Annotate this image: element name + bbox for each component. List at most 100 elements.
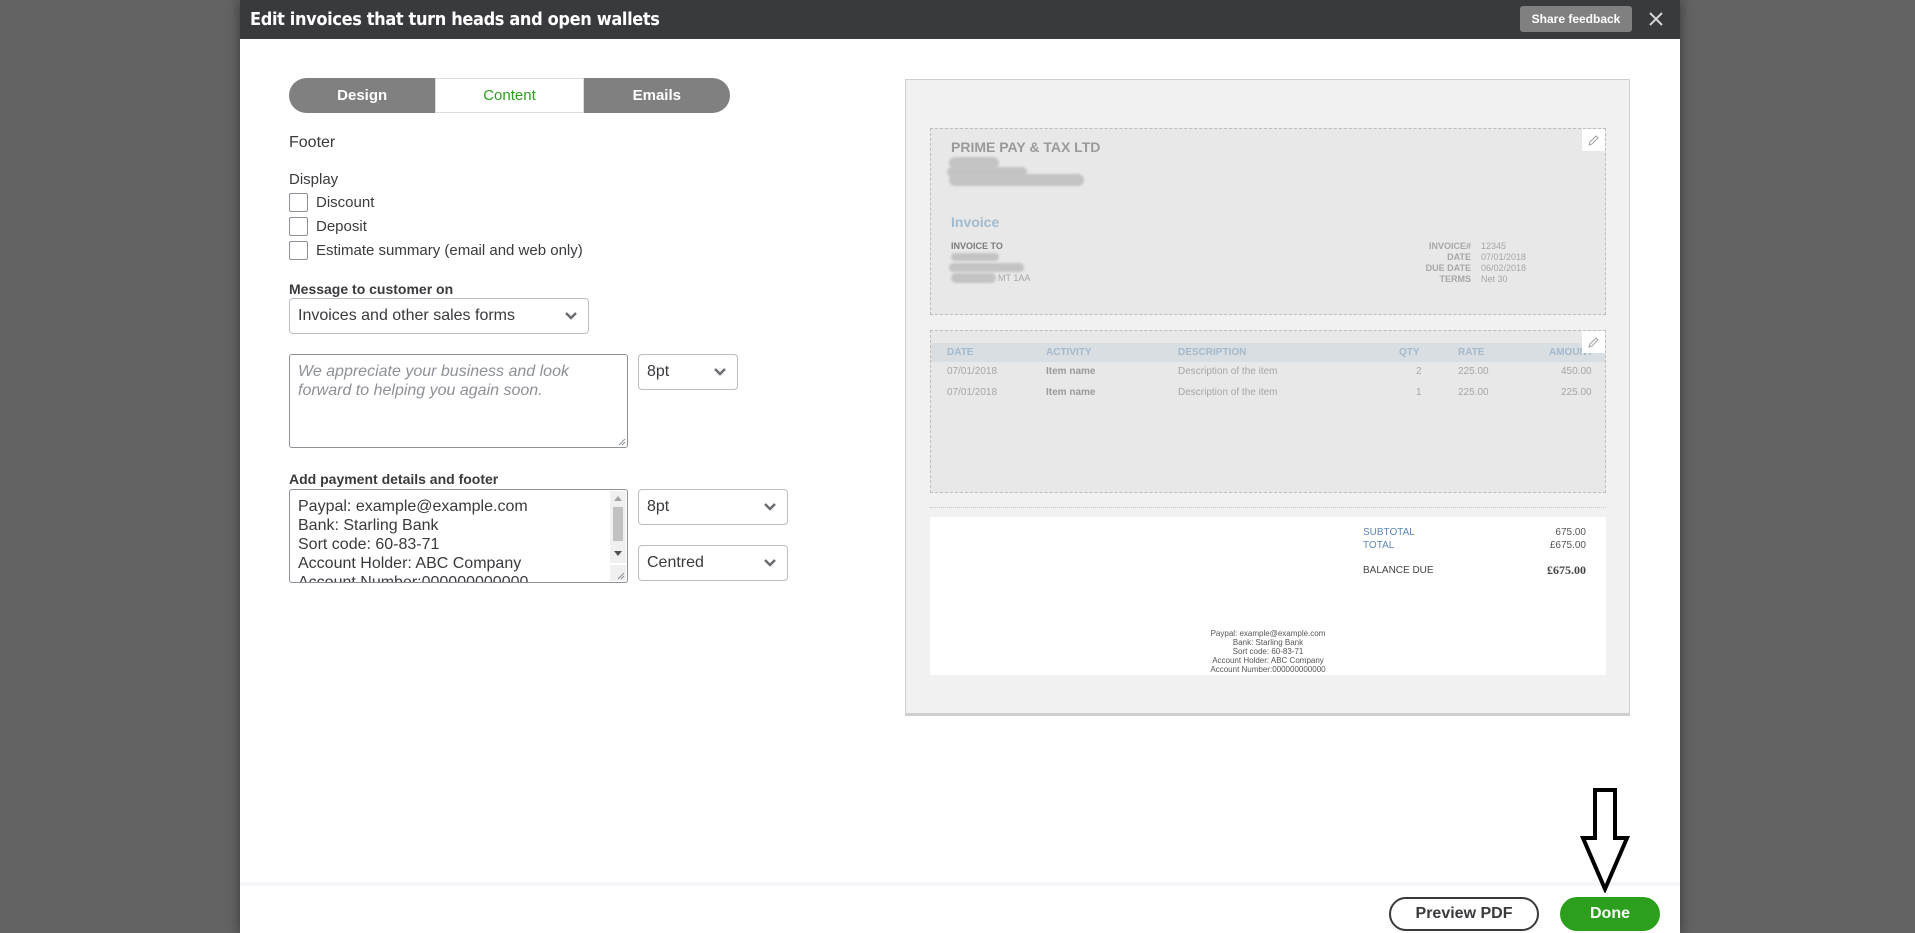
col-description: DESCRIPTION bbox=[1178, 347, 1247, 358]
row-date: 07/01/2018 bbox=[947, 366, 998, 377]
meta-value: 07/01/2018 bbox=[1481, 252, 1527, 262]
meta-label: DUE DATE bbox=[1425, 263, 1471, 273]
section-title: Footer bbox=[289, 134, 336, 151]
meta-value: 12345 bbox=[1481, 241, 1507, 251]
footer-divider bbox=[240, 882, 1680, 886]
row-qty: 2 bbox=[1416, 366, 1422, 377]
row-description: Description of the item bbox=[1178, 366, 1278, 377]
edit-invoice-modal: Edit invoices that turn heads and open w… bbox=[240, 0, 1680, 933]
preview-pdf-button[interactable]: Preview PDF bbox=[1389, 897, 1539, 931]
message-on-value: Invoices and other sales forms bbox=[298, 307, 515, 324]
meta-value: 06/02/2018 bbox=[1481, 263, 1527, 273]
company-name: PRIME PAY & TAX LTD bbox=[951, 139, 1101, 155]
preview-divider bbox=[930, 507, 1606, 508]
payment-line: Account Number:000000000000 bbox=[298, 574, 529, 583]
row-qty: 1 bbox=[1416, 387, 1422, 398]
meta-value: Net 30 bbox=[1481, 274, 1508, 284]
chevron-down-icon bbox=[764, 559, 776, 567]
message-placeholder-line1: We appreciate your business and look bbox=[298, 363, 569, 380]
meta-label: DATE bbox=[1447, 252, 1471, 262]
col-rate: RATE bbox=[1458, 347, 1485, 358]
doc-title: Invoice bbox=[951, 214, 1000, 230]
subtotal-label: SUBTOTAL bbox=[1363, 527, 1415, 538]
discount-label: Discount bbox=[316, 194, 375, 211]
scroll-up-icon[interactable] bbox=[614, 496, 622, 501]
col-date: DATE bbox=[947, 347, 974, 358]
redacted-customer bbox=[951, 273, 996, 283]
message-textarea[interactable]: We appreciate your business and look for… bbox=[289, 354, 628, 448]
balance-due-value: £675.00 bbox=[1547, 563, 1586, 577]
row-amount: 225.00 bbox=[1561, 387, 1592, 398]
redacted-address bbox=[949, 174, 1084, 186]
chevron-down-icon bbox=[714, 368, 726, 376]
resize-handle-icon[interactable] bbox=[610, 565, 626, 581]
invoice-meta: INVOICE# 12345 DATE 07/01/2018 DUE DATE … bbox=[1401, 241, 1551, 285]
invoice-to-label: INVOICE TO bbox=[951, 241, 1003, 251]
footer-line: Paypal: example@example.com bbox=[1210, 629, 1326, 638]
meta-row: DATE 07/01/2018 bbox=[1401, 252, 1551, 263]
payment-details-label: Add payment details and footer bbox=[289, 471, 499, 487]
payment-alignment-select[interactable]: Centred bbox=[638, 545, 788, 581]
payment-font-size-value: 8pt bbox=[647, 498, 670, 515]
preview-table-block[interactable]: DATE ACTIVITY DESCRIPTION QTY RATE AMOUN… bbox=[930, 330, 1606, 493]
deposit-label: Deposit bbox=[316, 218, 367, 235]
redacted-customer bbox=[949, 263, 1024, 272]
meta-row: TERMS Net 30 bbox=[1401, 274, 1551, 285]
chevron-down-icon bbox=[764, 503, 776, 511]
pencil-icon[interactable] bbox=[1582, 129, 1605, 151]
tab-design[interactable]: Design bbox=[289, 78, 436, 113]
done-button[interactable]: Done bbox=[1560, 897, 1660, 931]
table-header: DATE ACTIVITY DESCRIPTION QTY RATE AMOUN… bbox=[931, 343, 1605, 362]
payment-font-size-select[interactable]: 8pt bbox=[638, 489, 788, 525]
meta-row: INVOICE# 12345 bbox=[1401, 241, 1551, 252]
preview-header-block[interactable]: PRIME PAY & TAX LTD Invoice INVOICE TO M… bbox=[930, 128, 1606, 315]
textarea-scrollbar[interactable] bbox=[610, 491, 626, 563]
footer-line: Account Number:000000000000 bbox=[1210, 665, 1326, 674]
total-value: £675.00 bbox=[1549, 540, 1586, 551]
invoice-preview: PRIME PAY & TAX LTD Invoice INVOICE TO M… bbox=[905, 79, 1630, 716]
message-on-select[interactable]: Invoices and other sales forms bbox=[289, 298, 589, 334]
footer-line: Sort code: 60-83-71 bbox=[1232, 647, 1304, 656]
tab-content[interactable]: Content bbox=[435, 78, 584, 113]
meta-label: INVOICE# bbox=[1428, 241, 1471, 251]
deposit-checkbox[interactable] bbox=[289, 217, 308, 236]
redacted-customer bbox=[951, 253, 999, 261]
row-date: 07/01/2018 bbox=[947, 387, 998, 398]
pencil-icon[interactable] bbox=[1582, 331, 1605, 353]
row-activity: Item name bbox=[1046, 387, 1096, 398]
row-rate: 225.00 bbox=[1458, 366, 1489, 377]
estimate-summary-checkbox[interactable] bbox=[289, 241, 308, 260]
scroll-down-icon[interactable] bbox=[614, 551, 622, 556]
payment-line: Sort code: 60-83-71 bbox=[298, 536, 440, 553]
payment-line: Paypal: example@example.com bbox=[298, 498, 528, 515]
footer-line: Account Holder: ABC Company bbox=[1212, 656, 1324, 665]
checkbox-row-deposit[interactable]: Deposit bbox=[289, 217, 367, 236]
discount-checkbox[interactable] bbox=[289, 193, 308, 212]
payment-details-textarea[interactable]: Paypal: example@example.com Bank: Starli… bbox=[289, 489, 628, 583]
tab-emails[interactable]: Emails bbox=[583, 78, 730, 113]
row-rate: 225.00 bbox=[1458, 387, 1489, 398]
modal-titlebar: Edit invoices that turn heads and open w… bbox=[240, 0, 1680, 39]
close-icon[interactable] bbox=[1645, 8, 1667, 30]
payment-line: Account Holder: ABC Company bbox=[298, 555, 522, 572]
footer-line: Bank: Starling Bank bbox=[1232, 638, 1304, 647]
preview-totals-block[interactable]: SUBTOTAL 675.00 TOTAL £675.00 BALANCE DU… bbox=[930, 517, 1606, 675]
row-amount: 450.00 bbox=[1561, 366, 1592, 377]
chevron-down-icon bbox=[565, 312, 577, 320]
payment-alignment-value: Centred bbox=[647, 554, 704, 571]
subtotal-value: 675.00 bbox=[1555, 527, 1586, 538]
address-fragment: MT 1AA bbox=[998, 273, 1031, 283]
scrollbar-thumb[interactable] bbox=[613, 507, 623, 541]
tab-bar: Design Content Emails bbox=[289, 78, 730, 113]
message-font-size-value: 8pt bbox=[647, 363, 670, 380]
share-feedback-button[interactable]: Share feedback bbox=[1520, 6, 1632, 32]
annotation-arrow-icon bbox=[1579, 788, 1631, 893]
message-label: Message to customer on bbox=[289, 281, 454, 297]
display-label: Display bbox=[289, 171, 339, 188]
checkbox-row-estimate-summary[interactable]: Estimate summary (email and web only) bbox=[289, 241, 583, 260]
resize-handle-icon[interactable] bbox=[616, 436, 626, 446]
message-font-size-select[interactable]: 8pt bbox=[638, 354, 738, 390]
modal-title: Edit invoices that turn heads and open w… bbox=[250, 9, 660, 30]
checkbox-row-discount[interactable]: Discount bbox=[289, 193, 374, 212]
meta-row: DUE DATE 06/02/2018 bbox=[1401, 263, 1551, 274]
